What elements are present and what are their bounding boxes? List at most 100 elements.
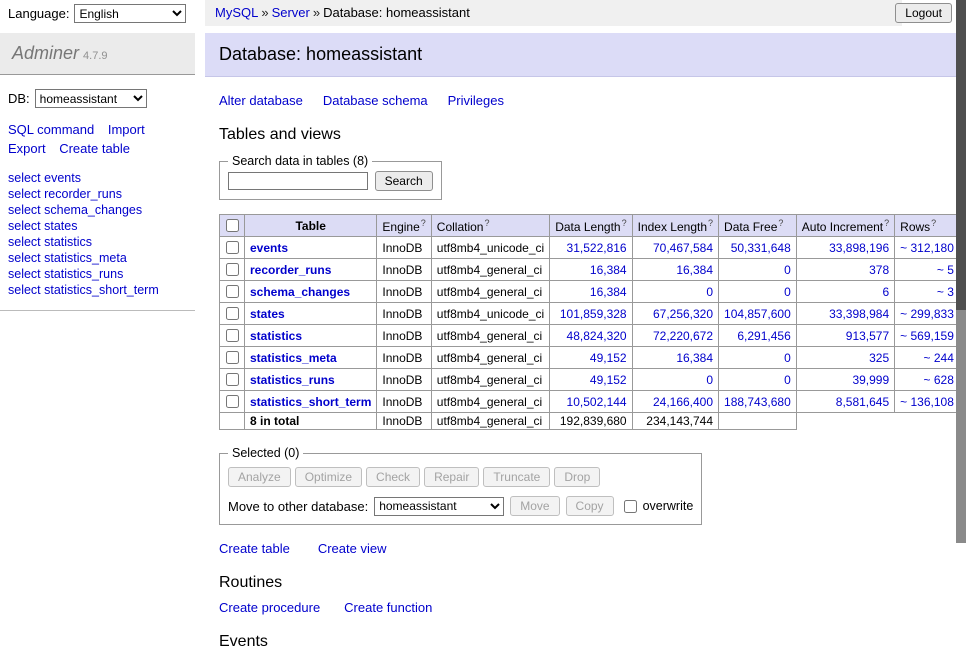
row-checkbox[interactable] (226, 395, 239, 408)
table-link[interactable]: statistics (250, 329, 302, 343)
sidebar-item-select-statistics-runs[interactable]: select statistics_runs (8, 266, 195, 282)
auto-increment-link[interactable]: 33,398,984 (829, 307, 889, 321)
index-length-link[interactable]: 72,220,672 (653, 329, 713, 343)
data-length-link[interactable]: 48,824,320 (567, 329, 627, 343)
app-version: 4.7.9 (83, 50, 107, 62)
data-length-link[interactable]: 10,502,144 (567, 395, 627, 409)
rows-count-link[interactable]: ~ 628 (924, 373, 954, 387)
table-link[interactable]: events (250, 241, 288, 255)
index-length-link[interactable]: 0 (706, 285, 713, 299)
copy-button[interactable]: Copy (566, 496, 614, 516)
data-free-link[interactable]: 50,331,648 (731, 241, 791, 255)
data-free-link[interactable]: 0 (784, 373, 791, 387)
db-selector: DB: homeassistant (8, 89, 205, 108)
data-free-link[interactable]: 188,743,680 (724, 395, 791, 409)
scrollbar-thumb[interactable] (956, 0, 966, 310)
data-free-link[interactable]: 0 (784, 351, 791, 365)
auto-increment-link[interactable]: 39,999 (852, 373, 889, 387)
repair-button[interactable]: Repair (424, 467, 479, 487)
row-checkbox[interactable] (226, 373, 239, 386)
row-checkbox[interactable] (226, 329, 239, 342)
breadcrumb-mysql-link[interactable]: MySQL (215, 5, 258, 20)
data-length-link[interactable]: 16,384 (590, 285, 627, 299)
breadcrumb-server-link[interactable]: Server (272, 5, 310, 20)
rows-count-link[interactable]: ~ 312,180 (900, 241, 954, 255)
truncate-button[interactable]: Truncate (483, 467, 550, 487)
auto-increment-link[interactable]: 33,898,196 (829, 241, 889, 255)
table-link[interactable]: statistics_short_term (250, 395, 371, 409)
sidebar-item-select-statistics-meta[interactable]: select statistics_meta (8, 250, 195, 266)
sidebar-import-link[interactable]: Import (108, 122, 145, 137)
table-link[interactable]: statistics_runs (250, 373, 335, 387)
row-checkbox[interactable] (226, 241, 239, 254)
index-length-link[interactable]: 70,467,584 (653, 241, 713, 255)
table-link[interactable]: recorder_runs (250, 263, 331, 277)
data-length-link[interactable]: 49,152 (590, 373, 627, 387)
select-all-checkbox[interactable] (226, 219, 239, 232)
auto-increment-link[interactable]: 8,581,645 (836, 395, 889, 409)
check-button[interactable]: Check (366, 467, 420, 487)
table-link[interactable]: statistics_meta (250, 351, 337, 365)
table-link[interactable]: states (250, 307, 285, 321)
data-free-link[interactable]: 0 (784, 263, 791, 277)
rows-count-link[interactable]: ~ 3 (937, 285, 954, 299)
data-free-link[interactable]: 0 (784, 285, 791, 299)
sidebar-item-select-events[interactable]: select events (8, 170, 195, 186)
row-checkbox[interactable] (226, 307, 239, 320)
auto-increment-link[interactable]: 378 (869, 263, 889, 277)
scrollbar-track[interactable] (956, 0, 966, 543)
db-select[interactable]: homeassistant (35, 89, 147, 108)
index-length-link[interactable]: 24,166,400 (653, 395, 713, 409)
drop-button[interactable]: Drop (554, 467, 600, 487)
data-length-link[interactable]: 49,152 (590, 351, 627, 365)
auto-increment-link[interactable]: 325 (869, 351, 889, 365)
sidebar-item-select-statistics-short-term[interactable]: select statistics_short_term (8, 282, 195, 298)
data-length-link[interactable]: 101,859,328 (560, 307, 627, 321)
rows-count-link[interactable]: ~ 136,108 (900, 395, 954, 409)
col-header-collation: Collation? (431, 215, 549, 237)
privileges-link[interactable]: Privileges (448, 93, 504, 108)
analyze-button[interactable]: Analyze (228, 467, 291, 487)
move-button[interactable]: Move (510, 496, 559, 516)
create-table-link[interactable]: Create table (219, 541, 290, 556)
auto-increment-link[interactable]: 913,577 (846, 329, 889, 343)
move-database-select[interactable]: homeassistant (374, 497, 504, 516)
index-length-link[interactable]: 16,384 (676, 351, 713, 365)
rows-count-link[interactable]: ~ 244 (924, 351, 954, 365)
sidebar-export-link[interactable]: Export (8, 141, 46, 156)
index-length-link[interactable]: 16,384 (676, 263, 713, 277)
logout-button[interactable]: Logout (895, 3, 952, 23)
data-length-link[interactable]: 31,522,816 (567, 241, 627, 255)
data-free-link[interactable]: 6,291,456 (737, 329, 790, 343)
row-checkbox[interactable] (226, 285, 239, 298)
create-function-link[interactable]: Create function (344, 600, 432, 615)
overwrite-checkbox[interactable] (624, 500, 637, 513)
sidebar-item-select-schema-changes[interactable]: select schema_changes (8, 202, 195, 218)
data-free-link[interactable]: 104,857,600 (724, 307, 791, 321)
sidebar-item-select-states[interactable]: select states (8, 218, 195, 234)
sidebar-item-select-statistics[interactable]: select statistics (8, 234, 195, 250)
search-input[interactable] (228, 172, 368, 190)
database-schema-link[interactable]: Database schema (323, 93, 428, 108)
create-view-link[interactable]: Create view (318, 541, 387, 556)
optimize-button[interactable]: Optimize (295, 467, 362, 487)
sidebar-sql-command-link[interactable]: SQL command (8, 122, 94, 137)
create-procedure-link[interactable]: Create procedure (219, 600, 320, 615)
row-checkbox[interactable] (226, 351, 239, 364)
sidebar-item-select-recorder-runs[interactable]: select recorder_runs (8, 186, 195, 202)
move-label: Move to other database: (228, 499, 368, 514)
row-checkbox[interactable] (226, 263, 239, 276)
index-length-link[interactable]: 0 (706, 373, 713, 387)
alter-database-link[interactable]: Alter database (219, 93, 303, 108)
rows-count-link[interactable]: ~ 5 (937, 263, 954, 277)
rows-count-link[interactable]: ~ 299,833 (900, 307, 954, 321)
auto-increment-link[interactable]: 6 (882, 285, 889, 299)
language-select[interactable]: English (74, 4, 186, 23)
search-button[interactable]: Search (375, 171, 433, 191)
index-length-link[interactable]: 67,256,320 (653, 307, 713, 321)
sidebar-create-table-link[interactable]: Create table (59, 141, 130, 156)
data-length-link[interactable]: 16,384 (590, 263, 627, 277)
breadcrumb-separator: » (313, 5, 320, 20)
rows-count-link[interactable]: ~ 569,159 (900, 329, 954, 343)
table-link[interactable]: schema_changes (250, 285, 350, 299)
